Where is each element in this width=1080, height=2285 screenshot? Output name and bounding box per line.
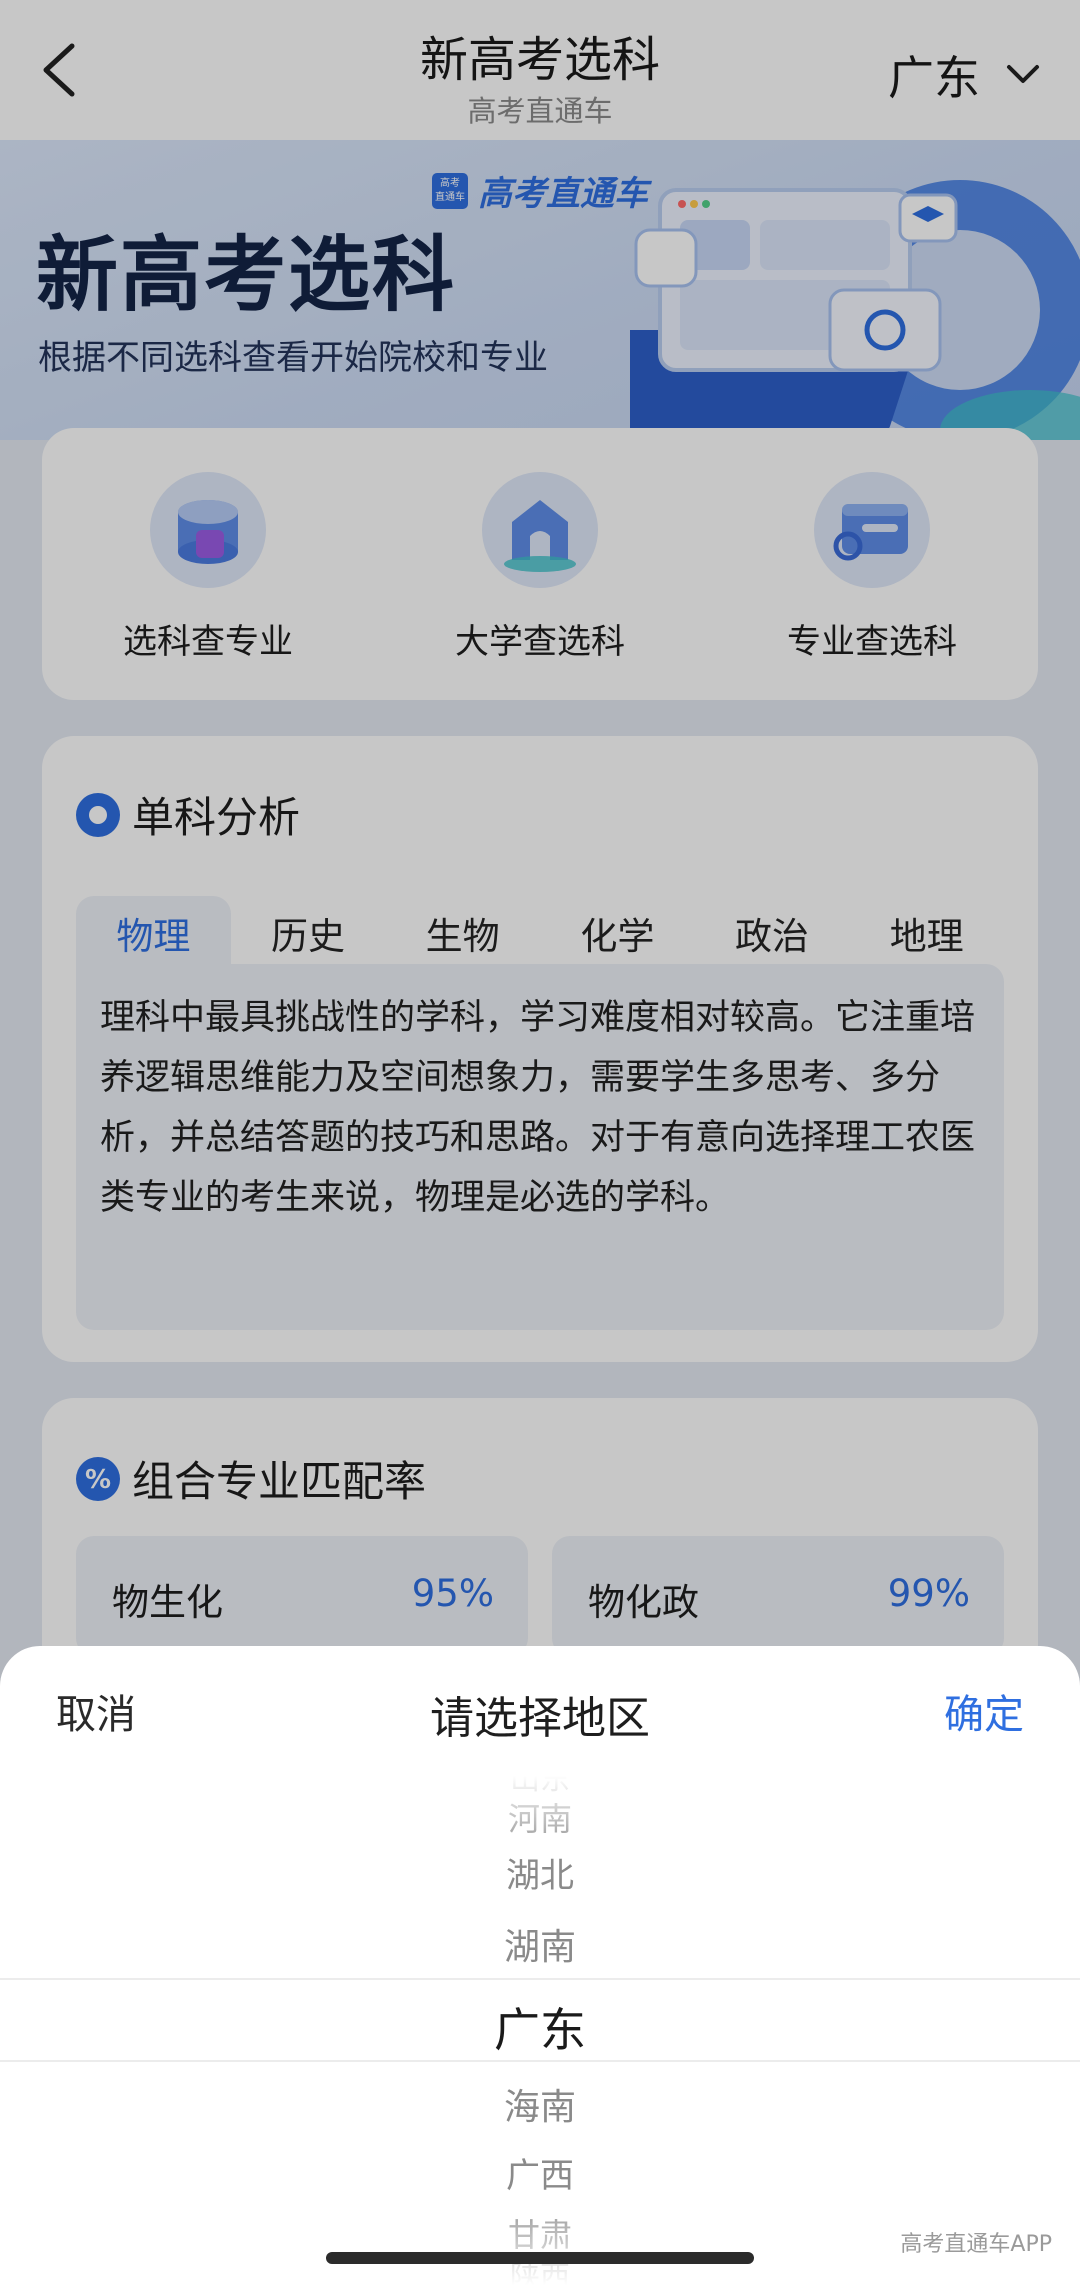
sheet-title: 请选择地区 <box>430 1693 650 1744</box>
region-picker-sheet: 请选择地区 取消 确定 山东 河南 湖北 湖南 广东 海南 广西 甘肃 陕西 <box>0 1646 1080 2285</box>
selection-divider <box>0 1978 1080 1980</box>
confirm-button[interactable]: 确定 <box>944 1682 1024 1740</box>
cancel-button[interactable]: 取消 <box>56 1682 136 1740</box>
picker-fade <box>0 1776 1080 1856</box>
watermark: 高考直通车APP <box>900 2232 1052 2257</box>
picker-option[interactable]: 湖南 <box>0 1918 1080 1970</box>
picker-option-selected[interactable]: 广东 <box>0 1994 1080 2060</box>
home-indicator[interactable] <box>326 2252 754 2264</box>
selection-divider <box>0 2060 1080 2062</box>
picker-option[interactable]: 广西 <box>0 2148 1080 2197</box>
region-picker-wheel[interactable]: 山东 河南 湖北 湖南 广东 海南 广西 甘肃 陕西 <box>0 1776 1080 2285</box>
picker-option[interactable]: 海南 <box>0 2078 1080 2130</box>
